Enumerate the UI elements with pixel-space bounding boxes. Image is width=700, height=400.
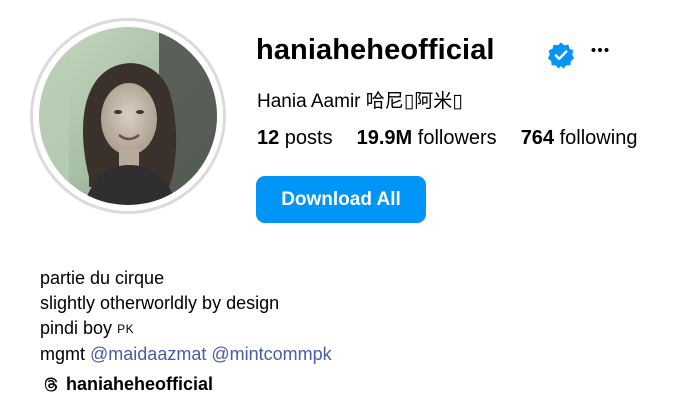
avatar[interactable] <box>39 27 217 205</box>
bio-mgmt-prefix: mgmt <box>40 344 91 364</box>
more-options-icon[interactable] <box>588 38 612 62</box>
bio-line-3-text: pindi boy <box>40 318 118 338</box>
bio-line-3: pindi boy PK <box>40 316 332 342</box>
bio-line-1: partie du cirque <box>40 268 165 288</box>
threads-link[interactable]: haniaheheofficial <box>40 374 213 395</box>
username: haniaheheofficial <box>256 34 495 66</box>
posts-label: posts <box>279 127 333 149</box>
followers-count: 19.9M <box>356 127 413 149</box>
followers-stat[interactable]: 19.9M followers <box>357 127 497 150</box>
followers-label: followers <box>412 127 497 149</box>
full-name: Hania Aamir 哈尼▯阿米▯ <box>257 91 463 112</box>
profile-photo-icon <box>39 27 217 205</box>
threads-handle: haniaheheofficial <box>66 374 214 394</box>
country-code: PK <box>117 322 135 336</box>
posts-stat[interactable]: 12 posts <box>257 127 333 150</box>
profile-page: haniaheheofficial Hania Aamir 哈尼▯阿米▯ 12 … <box>0 0 700 400</box>
verified-badge-icon <box>547 41 575 69</box>
profile-stats: 12 posts 19.9M followers 764 following <box>257 127 637 150</box>
mention-link-2[interactable]: @mintcommpk <box>211 344 331 364</box>
bio: partie du cirque slightly otherworldly b… <box>40 266 332 367</box>
posts-count: 12 <box>257 127 280 149</box>
following-count: 764 <box>520 127 555 149</box>
following-stat[interactable]: 764 following <box>521 127 638 150</box>
bio-line-4: mgmt @maidaazmat @mintcommpk <box>40 342 332 367</box>
avatar-ring[interactable] <box>30 18 226 214</box>
threads-icon <box>40 375 60 395</box>
avatar-frame <box>33 21 223 211</box>
following-label: following <box>554 127 638 149</box>
download-all-button[interactable]: Download All <box>256 176 426 223</box>
bio-line-2: slightly otherworldly by design <box>40 293 280 313</box>
mention-link-1[interactable]: @maidaazmat <box>90 344 206 364</box>
